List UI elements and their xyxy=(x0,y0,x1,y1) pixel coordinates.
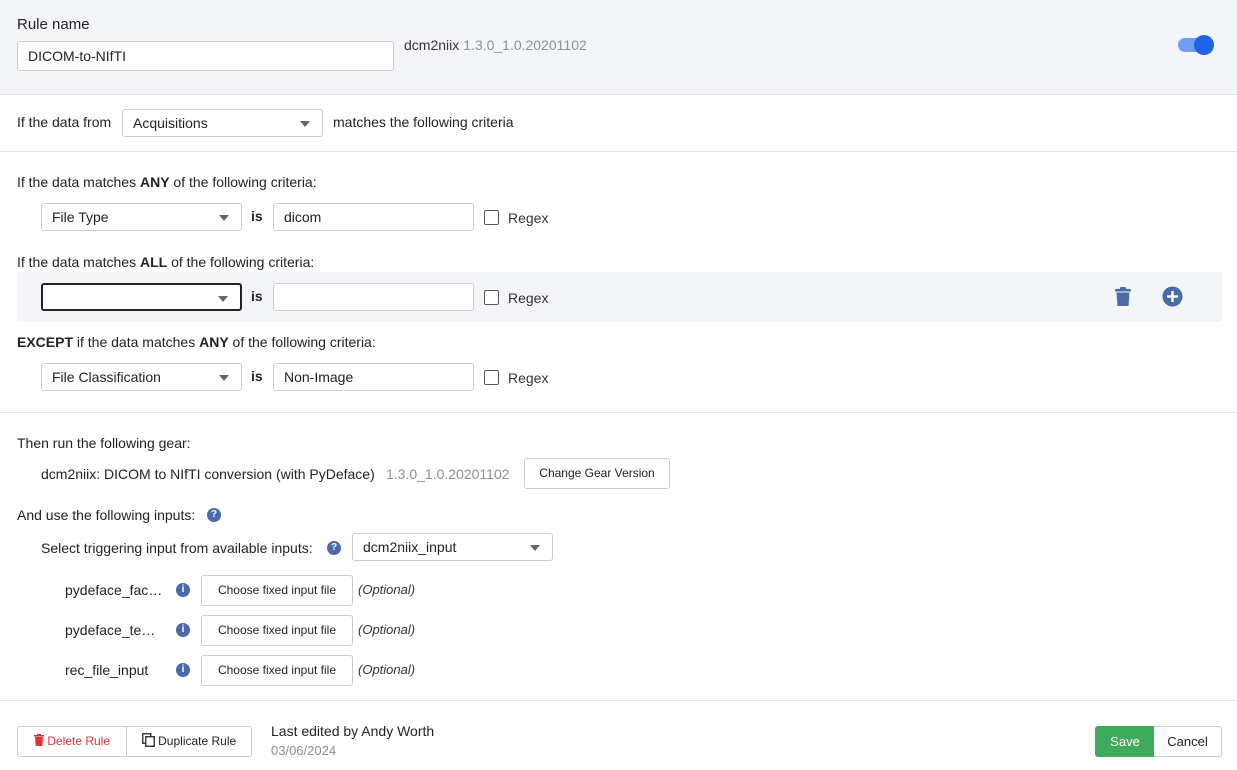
change-gear-version-button[interactable]: Change Gear Version xyxy=(524,458,670,489)
chevron-down-icon xyxy=(530,545,540,551)
criteria-except-heading: EXCEPT if the data matches ANY of the fo… xyxy=(17,334,376,350)
header-gear-version: 1.3.0_1.0.20201102 xyxy=(463,37,587,53)
header-gear-name: dcm2niix 1.3.0_1.0.20201102 xyxy=(404,37,587,53)
data-source-suffix: matches the following criteria xyxy=(333,114,514,130)
info-icon[interactable]: i xyxy=(176,623,190,637)
criteria-except-regex-label: Regex xyxy=(508,370,549,386)
help-icon[interactable]: ? xyxy=(327,541,341,555)
criteria-except-field-select[interactable]: File Classification xyxy=(41,363,242,391)
info-icon[interactable]: i xyxy=(176,663,190,677)
rule-name-label: Rule name xyxy=(17,16,90,33)
choose-fixed-input-button[interactable]: Choose fixed input file xyxy=(201,575,353,606)
divider xyxy=(0,412,1237,413)
choose-fixed-input-button[interactable]: Choose fixed input file xyxy=(201,655,353,686)
criteria-except-regex-checkbox[interactable] xyxy=(484,370,499,385)
rule-name-input[interactable] xyxy=(17,41,394,71)
chevron-down-icon xyxy=(300,121,310,127)
last-edited-date: 03/06/2024 xyxy=(271,743,337,758)
trash-icon xyxy=(33,734,44,746)
criteria-any-field-select[interactable]: File Type xyxy=(41,203,242,231)
criteria-all-field-select[interactable] xyxy=(41,283,242,311)
copy-icon xyxy=(141,733,155,747)
fixed-input-name: pydeface_te… xyxy=(65,622,156,638)
chevron-down-icon xyxy=(219,215,229,221)
criteria-all-operator: is xyxy=(251,288,263,304)
optional-label: (Optional) xyxy=(358,622,416,637)
optional-label: (Optional) xyxy=(358,662,416,677)
data-source-prefix: If the data from xyxy=(17,114,112,130)
fixed-input-name: rec_file_input xyxy=(65,662,149,678)
gear-heading: Then run the following gear: xyxy=(17,435,191,451)
trigger-input-label: Select triggering input from available i… xyxy=(41,540,313,556)
fixed-input-name: pydeface_fac… xyxy=(65,582,163,598)
cancel-button[interactable]: Cancel xyxy=(1154,726,1222,757)
inputs-heading: And use the following inputs: xyxy=(17,507,196,523)
rule-enabled-toggle[interactable] xyxy=(1178,34,1214,56)
criteria-all-value-input[interactable] xyxy=(273,283,474,311)
choose-fixed-input-button[interactable]: Choose fixed input file xyxy=(201,615,353,646)
trigger-input-select[interactable]: dcm2niix_input xyxy=(352,533,553,561)
divider xyxy=(0,151,1237,152)
criteria-except-operator: is xyxy=(251,368,263,384)
help-icon[interactable]: ? xyxy=(207,508,221,522)
delete-rule-button[interactable]: Delete Rule xyxy=(18,727,126,756)
criteria-all-regex-checkbox[interactable] xyxy=(484,290,499,305)
chevron-down-icon xyxy=(218,296,228,302)
criteria-any-operator: is xyxy=(251,208,263,224)
gear-full-name: dcm2niix: DICOM to NIfTI conversion (wit… xyxy=(41,466,375,482)
chevron-down-icon xyxy=(219,375,229,381)
criteria-any-heading: If the data matches ANY of the following… xyxy=(17,174,317,190)
trash-icon[interactable] xyxy=(1115,287,1131,306)
criteria-all-regex-label: Regex xyxy=(508,290,549,306)
add-criteria-icon[interactable] xyxy=(1162,286,1183,307)
duplicate-rule-button[interactable]: Duplicate Rule xyxy=(127,727,251,756)
criteria-any-value-input[interactable]: dicom xyxy=(273,203,474,231)
criteria-except-value-input[interactable]: Non-Image xyxy=(273,363,474,391)
last-edited-by: Last edited by Andy Worth xyxy=(271,723,435,739)
gear-version: 1.3.0_1.0.20201102 xyxy=(386,466,510,482)
info-icon[interactable]: i xyxy=(176,583,190,597)
save-button[interactable]: Save xyxy=(1095,726,1155,757)
data-source-select[interactable]: Acquisitions xyxy=(122,109,323,137)
criteria-any-regex-checkbox[interactable] xyxy=(484,210,499,225)
divider xyxy=(0,700,1237,701)
criteria-all-heading: If the data matches ALL of the following… xyxy=(17,254,315,270)
criteria-any-regex-label: Regex xyxy=(508,210,549,226)
optional-label: (Optional) xyxy=(358,582,416,597)
